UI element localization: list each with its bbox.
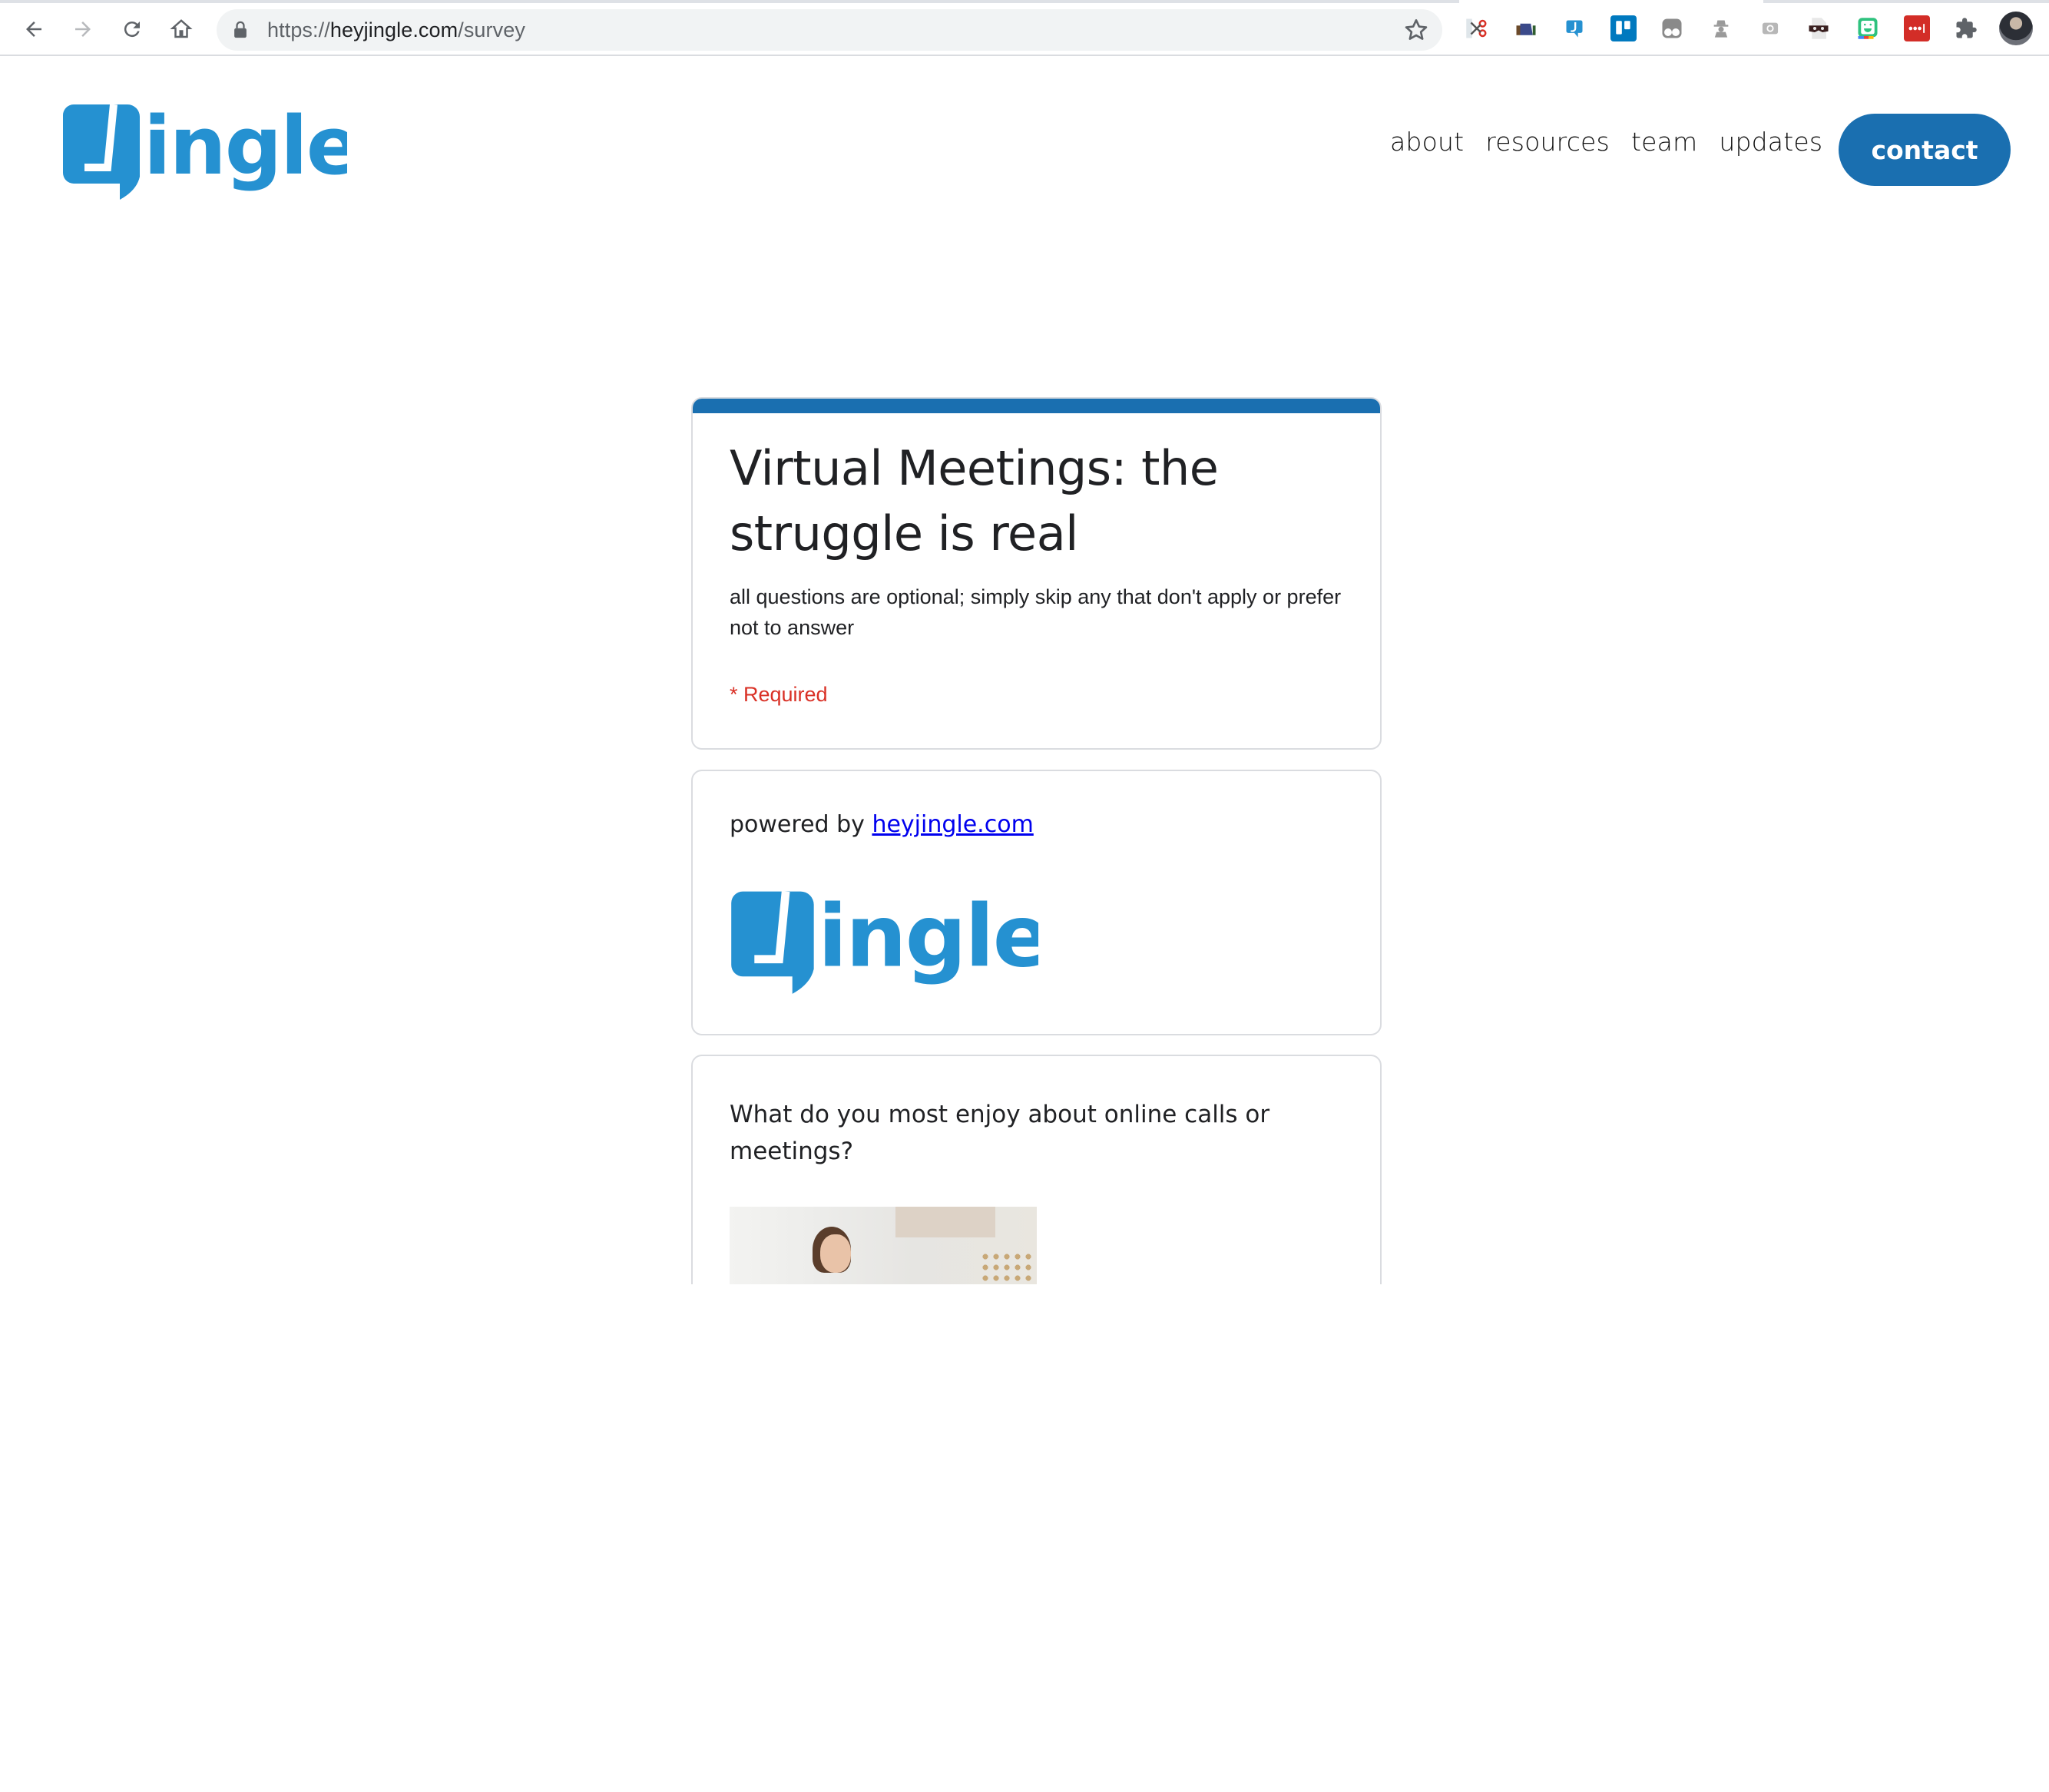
form-accent-bar [693, 399, 1380, 413]
lastpass-extension-icon[interactable] [1904, 15, 1930, 41]
nav-updates[interactable]: updates [1719, 127, 1822, 157]
bookmark-star-icon[interactable] [1404, 18, 1428, 42]
browser-toolbar: https://heyjingle.com/survey [0, 0, 2049, 56]
tab-manager-extension-icon[interactable] [1659, 15, 1685, 41]
url-host: heyjingle.com [329, 18, 458, 41]
reload-button[interactable] [117, 14, 147, 45]
back-button[interactable] [18, 14, 49, 45]
heyjingle-link[interactable]: heyjingle.com [872, 811, 1033, 838]
image-plant [980, 1251, 1034, 1284]
mask-extension-icon[interactable] [1806, 15, 1832, 41]
url-path: /survey [458, 18, 525, 41]
jingle-logo-icon: ingle [731, 886, 1051, 994]
lock-icon [233, 20, 250, 40]
powered-by-text: powered by heyjingle.com [730, 811, 1034, 838]
profile-avatar[interactable] [1999, 12, 2033, 45]
arrow-right-icon [75, 22, 91, 37]
question-title: What do you most enjoy about online call… [730, 1101, 1270, 1165]
address-bar[interactable]: https://heyjingle.com/survey [217, 9, 1442, 51]
home-button[interactable] [166, 14, 197, 45]
scissors-extension-icon[interactable] [1464, 15, 1490, 41]
jingle-logo-icon: ingle [63, 99, 360, 200]
nav-resources[interactable]: resources [1485, 127, 1610, 157]
contact-button[interactable]: contact [1839, 114, 2011, 186]
reader-extension-icon[interactable] [1513, 15, 1539, 41]
powered-by-logo: ingle [730, 885, 1051, 995]
powered-by-prefix: powered by [730, 811, 872, 838]
reload-icon [124, 22, 140, 38]
form-header-card: Virtual Meetings: the struggle is real a… [691, 397, 1382, 750]
url-scheme: https:// [267, 18, 330, 41]
home-icon [170, 19, 193, 38]
site-logo[interactable]: ingle [63, 98, 360, 201]
nav-team[interactable]: team [1631, 127, 1697, 157]
screen-capture-extension-icon[interactable] [1757, 15, 1783, 41]
arrow-left-icon [26, 22, 41, 37]
powered-by-card: powered by heyjingle.com ingle [691, 770, 1382, 1035]
jingle-extension-icon[interactable] [1561, 15, 1587, 41]
url-text[interactable]: https://heyjingle.com/survey [267, 18, 525, 42]
main-nav: about resources team updates [1390, 127, 1844, 157]
incognito-extension-icon[interactable] [1708, 15, 1734, 41]
required-note: * Required [730, 683, 828, 706]
survey-form-frame: Virtual Meetings: the struggle is real a… [676, 384, 1398, 1284]
svg-text:ingle: ingle [818, 886, 1038, 986]
nav-about[interactable]: about [1390, 127, 1464, 157]
question-card: What do you most enjoy about online call… [691, 1055, 1382, 1284]
form-title: Virtual Meetings: the struggle is real [730, 440, 1219, 561]
svg-text:ingle: ingle [144, 99, 347, 193]
form-description: all questions are optional; simply skip … [730, 585, 1342, 639]
active-tab-edge [1459, 0, 1763, 3]
image-wall-art [895, 1207, 995, 1237]
question-image [730, 1207, 1037, 1284]
trello-extension-icon[interactable] [1610, 15, 1637, 41]
forward-button[interactable] [68, 14, 98, 45]
extensions-puzzle-icon[interactable] [1953, 15, 1979, 41]
image-person-face [820, 1234, 851, 1273]
bitmoji-extension-icon[interactable] [1855, 15, 1881, 41]
